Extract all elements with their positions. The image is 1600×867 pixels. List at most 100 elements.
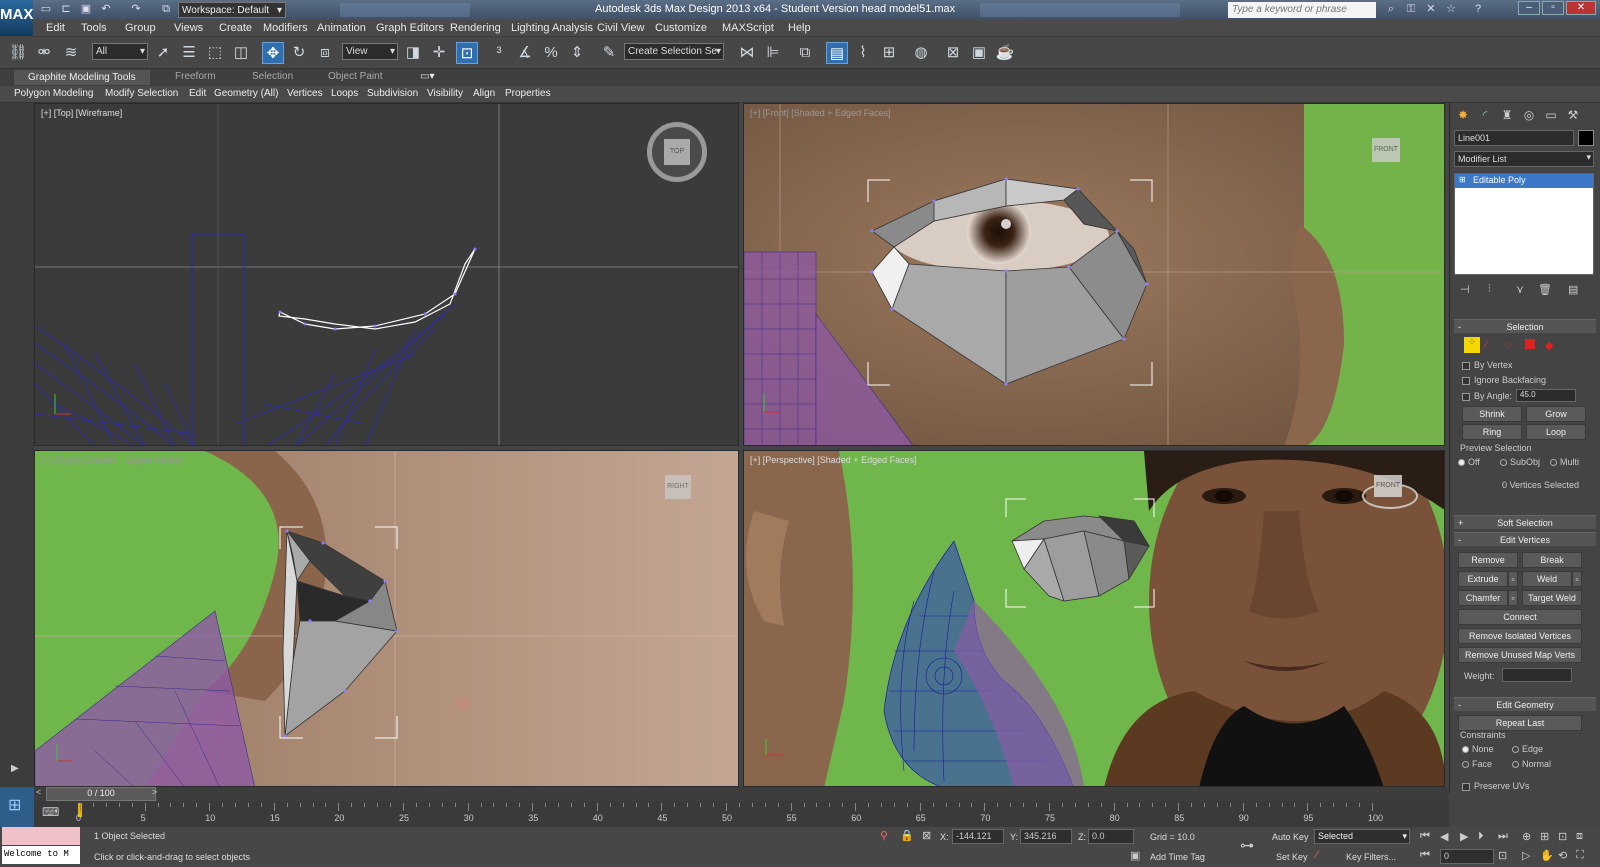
align-icon[interactable]: ⊫ <box>762 42 784 64</box>
by-vertex-checkbox[interactable] <box>1462 362 1470 370</box>
layer-manager-icon[interactable]: ⧉ <box>794 42 816 64</box>
rollout-edit-geometry-header[interactable]: - Edit Geometry <box>1454 697 1596 711</box>
break-button[interactable]: Break <box>1522 552 1582 568</box>
search-input[interactable]: Type a keyword or phrase <box>1228 2 1376 18</box>
viewport-label[interactable]: [+] [Right] [Shaded + Edged Faces] <box>41 455 182 465</box>
menu-maxscript[interactable]: MAXScript <box>722 22 774 34</box>
material-editor-icon[interactable]: ◍ <box>910 42 932 64</box>
viewport-label[interactable]: [+] [Perspective] [Shaded + Edged Faces] <box>750 455 917 465</box>
unlink-icon[interactable]: ⚮ <box>33 42 55 64</box>
set-key-button[interactable]: Set Key <box>1276 852 1308 862</box>
tab-freeform[interactable]: Freeform <box>175 71 216 82</box>
communication-icon[interactable]: ✕ <box>1425 3 1437 15</box>
maximize-button[interactable]: ▫ <box>1542 1 1564 15</box>
undo-icon[interactable]: ↶ <box>100 3 112 15</box>
menu-views[interactable]: Views <box>174 22 203 34</box>
viewport-label[interactable]: [+] [Top] [Wireframe] <box>41 108 122 118</box>
chamfer-button[interactable]: Chamfer <box>1458 590 1508 606</box>
weld-button[interactable]: Weld <box>1522 571 1572 587</box>
percent-snap-icon[interactable]: % <box>540 42 562 64</box>
close-button[interactable]: ✕ <box>1566 1 1596 15</box>
key-mode-dropdown[interactable]: Selected ▾ <box>1314 829 1410 844</box>
panel-geometry-all[interactable]: Geometry (All) <box>214 88 278 99</box>
menu-create[interactable]: Create <box>219 22 252 34</box>
keyboard-shortcut-override-icon[interactable]: ⊡ <box>456 42 478 64</box>
new-file-icon[interactable]: ▭ <box>40 3 52 15</box>
constraint-normal-radio[interactable] <box>1512 761 1519 768</box>
menu-animation[interactable]: Animation <box>317 22 366 34</box>
menu-customize[interactable]: Customize <box>655 22 707 34</box>
set-key-icon[interactable]: ⊶ <box>1240 837 1254 854</box>
viewcube-top[interactable]: TOP <box>647 122 707 182</box>
maximize-viewport-icon[interactable]: ⛶ <box>1576 849 1584 862</box>
display-tab-icon[interactable]: ▭ <box>1542 108 1560 124</box>
binoculars-icon[interactable]: ⌕ <box>1385 3 1397 15</box>
motion-tab-icon[interactable]: ◎ <box>1520 108 1538 124</box>
help-icon[interactable]: ? <box>1472 3 1484 15</box>
maxscript-mini-listener-top[interactable] <box>2 827 80 845</box>
modify-tab-icon[interactable]: ◜ <box>1476 108 1494 124</box>
rollout-soft-selection-header[interactable]: + Soft Selection <box>1454 515 1596 529</box>
menu-group[interactable]: Group <box>125 22 156 34</box>
next-frame-arrow-icon[interactable]: > <box>152 787 157 797</box>
isolate-selection-icon[interactable]: ⚲ <box>880 829 888 842</box>
snaps-toggle-icon[interactable]: ³ <box>488 42 510 64</box>
time-slider[interactable]: < 0 / 100 > <box>34 787 1449 801</box>
make-unique-icon[interactable]: ⋎ <box>1516 283 1524 296</box>
viewport-top[interactable]: [+] [Top] [Wireframe] TOP <box>34 103 739 446</box>
hierarchy-tab-icon[interactable]: ♜ <box>1498 108 1516 124</box>
create-tab-icon[interactable]: ✸ <box>1454 108 1472 124</box>
by-angle-spinner[interactable]: 45.0 <box>1516 389 1576 402</box>
loop-button[interactable]: Loop <box>1526 424 1586 440</box>
named-selection-dropdown[interactable]: Create Selection Se ▾ <box>624 43 724 60</box>
select-object-icon[interactable]: ➚ <box>152 42 174 64</box>
ring-button[interactable]: Ring <box>1462 424 1522 440</box>
menu-graph-editors[interactable]: Graph Editors <box>376 22 444 34</box>
key-icon[interactable]: ⁄ <box>1316 849 1318 861</box>
ribbon-options-icon[interactable]: ▭▾ <box>420 71 434 82</box>
element-mode-icon[interactable]: ◆ <box>1545 339 1553 352</box>
next-frame-icon[interactable]: ⏵ <box>1478 830 1484 843</box>
tab-object-paint[interactable]: Object Paint <box>328 71 382 82</box>
render-setup-icon[interactable]: ⊠ <box>942 42 964 64</box>
y-coordinate-field[interactable]: 345.216 <box>1020 829 1072 844</box>
save-icon[interactable]: ▣ <box>80 3 92 15</box>
graphite-toggle-icon[interactable]: ▤ <box>826 42 848 64</box>
remove-isolated-vertices-button[interactable]: Remove Isolated Vertices <box>1458 628 1582 644</box>
modifier-list-dropdown[interactable]: Modifier List ▾ <box>1454 151 1594 167</box>
viewcube-right[interactable]: RIGHT <box>665 475 691 499</box>
polygon-mode-icon[interactable] <box>1525 339 1535 349</box>
constraint-edge-radio[interactable] <box>1512 746 1519 753</box>
border-mode-icon[interactable]: ◌ <box>1505 339 1512 351</box>
edge-mode-icon[interactable]: ⁄ <box>1485 339 1487 351</box>
orbit-icon[interactable]: ⟲ <box>1558 849 1567 862</box>
pin-stack-icon[interactable]: ⊣ <box>1460 283 1470 296</box>
panel-loops[interactable]: Loops <box>331 88 358 99</box>
key-mode-toggle-icon[interactable]: ⏮ <box>1420 849 1430 862</box>
by-angle-checkbox[interactable] <box>1462 393 1470 401</box>
stack-item-editable-poly[interactable]: ⊞ Editable Poly <box>1455 174 1593 188</box>
mirror-icon[interactable]: ⋈ <box>736 42 758 64</box>
time-tag-icon[interactable]: ▣ <box>1130 849 1140 862</box>
menu-edit[interactable]: Edit <box>46 22 65 34</box>
menu-help[interactable]: Help <box>788 22 811 34</box>
redo-icon[interactable]: ↷ <box>130 3 142 15</box>
absolute-mode-icon[interactable]: ⊠ <box>922 829 931 842</box>
rendered-frame-window-icon[interactable]: ▣ <box>968 42 990 64</box>
object-color-swatch[interactable] <box>1578 130 1594 146</box>
time-configuration-icon[interactable]: ⊡ <box>1498 849 1507 862</box>
weight-spinner[interactable] <box>1502 668 1572 682</box>
select-manipulate-icon[interactable]: ✛ <box>428 42 450 64</box>
remove-unused-map-verts-button[interactable]: Remove Unused Map Verts <box>1458 647 1582 663</box>
expand-plus-icon[interactable]: ⊞ <box>1459 175 1466 184</box>
utilities-tab-icon[interactable]: ⚒ <box>1564 108 1582 124</box>
grow-button[interactable]: Grow <box>1526 406 1586 422</box>
rollout-selection-header[interactable]: - Selection <box>1454 319 1596 333</box>
lock-selection-icon[interactable]: 🔒 <box>900 829 914 842</box>
panel-modify-selection[interactable]: Modify Selection <box>105 88 178 99</box>
viewport-perspective[interactable]: [+] [Perspective] [Shaded + Edged Faces] <box>743 450 1445 787</box>
field-of-view-icon[interactable]: ▷ <box>1522 849 1530 862</box>
menu-lighting-analysis[interactable]: Lighting Analysis <box>511 22 593 34</box>
x-coordinate-field[interactable]: -144.121 <box>952 829 1004 844</box>
extrude-button[interactable]: Extrude <box>1458 571 1508 587</box>
